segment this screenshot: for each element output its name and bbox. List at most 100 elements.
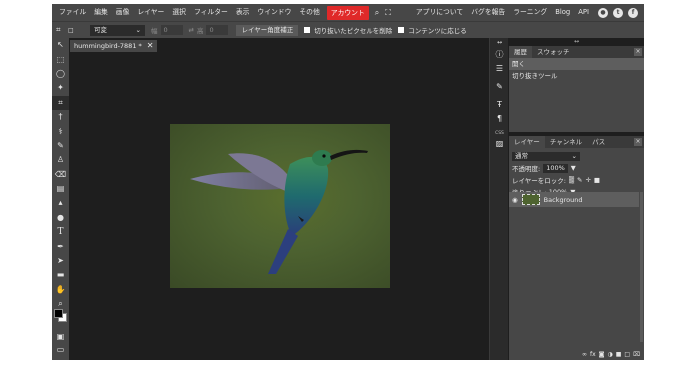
brush-settings-icon[interactable]: ✎: [490, 79, 509, 93]
panel-close-icon[interactable]: ×: [634, 138, 642, 146]
menu-api[interactable]: API: [574, 4, 593, 21]
tool-preset-icon[interactable]: □: [68, 27, 80, 34]
menu-filter[interactable]: フィルター: [190, 4, 232, 21]
panel-dock-strip: ↔ ⓘ ☰ ✎ Ŧ ¶ CSS ▨: [489, 38, 508, 360]
screen-mode-icon[interactable]: ▭: [52, 343, 69, 357]
lock-paint-icon[interactable]: ✎: [577, 176, 582, 184]
menu-more[interactable]: その他: [295, 4, 323, 21]
visibility-eye-icon[interactable]: ◉: [512, 196, 518, 204]
width-field[interactable]: 幅 0: [151, 25, 183, 35]
new-layer-icon[interactable]: □: [624, 351, 630, 358]
image-icon[interactable]: ▨: [490, 136, 509, 150]
menu-file[interactable]: ファイル: [55, 4, 90, 21]
history-item-open[interactable]: 開く: [509, 58, 644, 70]
shape-tool-icon[interactable]: ▬: [52, 268, 69, 282]
fullscreen-icon[interactable]: ⛶: [382, 8, 394, 18]
collapse-icon[interactable]: ↔: [509, 38, 644, 46]
crop-style-select[interactable]: 可変 ⌄: [90, 24, 145, 36]
eyedropper-tool-icon[interactable]: †: [52, 110, 69, 124]
layers-tabs: レイヤー チャンネル パス ×: [509, 136, 644, 148]
brush-tool-icon[interactable]: ✎: [52, 139, 69, 153]
character-icon[interactable]: Ŧ: [490, 97, 509, 111]
history-item-crop[interactable]: 切り抜きツール: [509, 70, 644, 82]
eraser-tool-icon[interactable]: ⌫: [52, 168, 69, 182]
path-select-tool-icon[interactable]: ➤: [52, 254, 69, 268]
trash-icon[interactable]: ⌧: [633, 351, 640, 358]
lock-transparency-icon[interactable]: ▒: [569, 176, 574, 184]
menu-view[interactable]: 表示: [232, 4, 254, 21]
height-field[interactable]: ⇄ 高 0: [189, 25, 229, 35]
info-icon[interactable]: ⓘ: [490, 47, 509, 61]
adjustment-icon[interactable]: ◑: [607, 351, 612, 358]
straighten-button[interactable]: レイヤー角度補正: [236, 24, 299, 36]
layers-footer: ∞ fx ◙ ◑ ■ □ ⌧: [509, 348, 644, 360]
link-layers-icon[interactable]: ∞: [582, 351, 587, 358]
menu-layer[interactable]: レイヤー: [133, 4, 168, 21]
right-panels: ↔ 履歴 スウォッチ × 開く 切り抜きツール レイヤー チャンネル パス × …: [509, 38, 644, 360]
menu-select[interactable]: 選択: [168, 4, 190, 21]
account-button[interactable]: アカウント: [326, 5, 369, 20]
chevron-down-icon: ⌄: [135, 25, 141, 34]
tab-layers[interactable]: レイヤー: [509, 136, 545, 148]
document-tab[interactable]: hummingbird-7881 * ✕: [70, 40, 158, 52]
tab-channels[interactable]: チャンネル: [545, 136, 587, 148]
menu-about[interactable]: アプリについて: [412, 4, 467, 21]
dodge-tool-icon[interactable]: ●: [52, 211, 69, 225]
menu-blog[interactable]: Blog: [551, 4, 574, 21]
paragraph-icon[interactable]: ¶: [490, 111, 509, 125]
marquee-tool-icon[interactable]: ⬚: [52, 52, 69, 66]
opacity-label: 不透明度:: [512, 165, 541, 173]
hand-tool-icon[interactable]: ✋: [52, 283, 69, 297]
crop-tool-icon[interactable]: ⌗: [56, 25, 68, 35]
width-value[interactable]: 0: [160, 25, 183, 35]
lasso-tool-icon[interactable]: ◯: [52, 67, 69, 81]
crop-tool-icon[interactable]: ⌗: [52, 95, 69, 110]
foreground-color[interactable]: [54, 309, 63, 318]
swap-icon[interactable]: ⇄: [189, 26, 194, 34]
tab-swatches[interactable]: スウォッチ: [532, 46, 575, 58]
tab-history[interactable]: 履歴: [509, 46, 532, 58]
menu-window[interactable]: ウインドウ: [253, 4, 295, 21]
menu-bar: ファイル 編集 画像 レイヤー 選択 フィルター 表示 ウインドウ その他 アカ…: [52, 4, 644, 21]
close-icon[interactable]: ✕: [147, 40, 154, 52]
content-aware-checkbox[interactable]: コンテンツに応じる: [398, 25, 467, 35]
checkbox-box[interactable]: [398, 27, 405, 33]
reddit-icon[interactable]: ●: [598, 7, 608, 18]
layer-row[interactable]: ◉ Background: [509, 192, 639, 207]
chevron-down-icon: ⌄: [571, 151, 577, 160]
type-tool-icon[interactable]: T: [52, 225, 69, 239]
tab-paths[interactable]: パス: [587, 136, 610, 148]
mask-icon[interactable]: ◙: [599, 351, 605, 358]
expand-icon[interactable]: ↔: [490, 38, 509, 47]
delete-cropped-checkbox[interactable]: 切り抜いたピクセルを削除: [304, 25, 392, 35]
folder-icon[interactable]: ■: [616, 351, 622, 358]
color-swatches[interactable]: [54, 309, 68, 323]
lock-move-icon[interactable]: ✛: [585, 176, 590, 184]
twitter-icon[interactable]: t: [613, 7, 623, 18]
blend-mode-select[interactable]: 通常 ⌄: [512, 151, 580, 161]
history-panel: 履歴 スウォッチ × 開く 切り抜きツール: [509, 46, 644, 132]
gradient-tool-icon[interactable]: ▤: [52, 182, 69, 196]
healing-tool-icon[interactable]: ⚕: [52, 124, 69, 138]
properties-icon[interactable]: ☰: [490, 61, 509, 75]
lock-all-icon[interactable]: ■: [594, 176, 600, 184]
pen-tool-icon[interactable]: ✒: [52, 239, 69, 253]
menu-image[interactable]: 画像: [112, 4, 134, 21]
move-tool-icon[interactable]: ↖: [52, 38, 69, 52]
facebook-icon[interactable]: f: [628, 7, 638, 18]
fx-icon[interactable]: fx: [590, 351, 596, 358]
canvas-image[interactable]: [170, 124, 390, 288]
stamp-tool-icon[interactable]: ♙: [52, 153, 69, 167]
layers-scrollbar[interactable]: [640, 192, 643, 342]
blur-tool-icon[interactable]: ▴: [52, 196, 69, 210]
menu-learning[interactable]: ラーニング: [509, 4, 551, 21]
menu-report-bug[interactable]: バグを報告: [467, 4, 509, 21]
opacity-input[interactable]: 100%: [543, 163, 568, 173]
magic-wand-tool-icon[interactable]: ✦: [52, 81, 69, 95]
caret-down-icon[interactable]: ▼: [571, 164, 576, 172]
height-value[interactable]: 0: [206, 25, 229, 35]
checkbox-box[interactable]: [304, 27, 311, 33]
menu-edit[interactable]: 編集: [90, 4, 112, 21]
panel-close-icon[interactable]: ×: [634, 48, 642, 56]
search-icon[interactable]: ⌕: [372, 8, 382, 18]
